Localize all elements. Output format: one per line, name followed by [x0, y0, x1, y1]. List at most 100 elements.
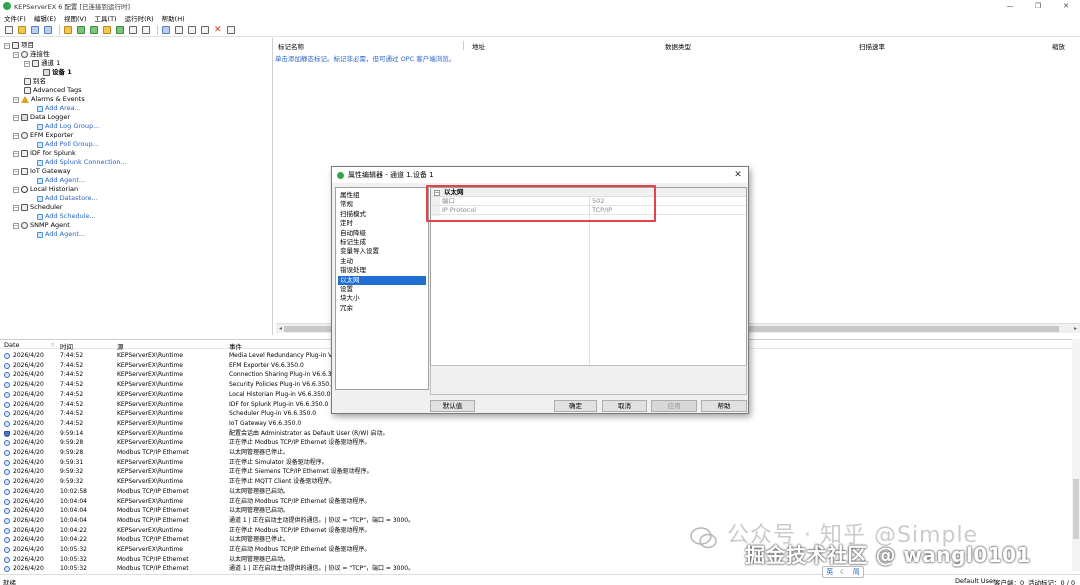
category-item[interactable]: 主动	[338, 257, 426, 266]
new-channel-icon[interactable]	[76, 25, 86, 35]
category-item[interactable]: 标记生成	[338, 238, 426, 247]
tree-node-alarms[interactable]: − Alarms & Events	[13, 95, 85, 104]
quick-client-icon[interactable]	[226, 25, 236, 35]
log-row[interactable]: 2026/4/20 9:59:14 KEPServerEX\Runtime 配置会话由…	[0, 429, 1080, 439]
help-button[interactable]: 帮助	[701, 400, 747, 412]
properties-icon[interactable]	[141, 25, 151, 35]
save-as-icon[interactable]	[43, 25, 53, 35]
menu-tools[interactable]: 工具(T)	[91, 13, 121, 23]
ime-mode[interactable]: 简	[853, 567, 860, 577]
cut-icon[interactable]	[174, 25, 184, 35]
collapse-icon[interactable]: −	[13, 204, 19, 211]
scroll-right-icon[interactable]: ▸	[1072, 325, 1079, 333]
tree-node-add-agent[interactable]: Add Agent...	[37, 176, 85, 185]
column-data-type[interactable]: 数据类型	[665, 41, 691, 51]
category-item[interactable]: 冗余	[338, 304, 426, 313]
tree-node-channel[interactable]: − 通道 1	[24, 59, 60, 68]
log-row[interactable]: 2026/4/20 10:04:04 Modbus TCP/IP Ethernet 以…	[0, 506, 1080, 516]
new-tag-icon[interactable]	[115, 25, 125, 35]
minimize-icon[interactable]: —	[996, 0, 1024, 12]
tree-node-historian[interactable]: − Local Historian	[13, 185, 78, 194]
collapse-icon[interactable]: −	[13, 150, 19, 157]
tree-node-connectivity[interactable]: − 连接性	[13, 50, 50, 59]
close-icon[interactable]: ✕	[1052, 0, 1080, 12]
new-device-icon[interactable]	[89, 25, 99, 35]
tree-node-add-poll-group[interactable]: Add Poll Group...	[37, 140, 99, 149]
tree-node-project[interactable]: − 项目	[4, 41, 34, 50]
collapse-icon[interactable]: −	[4, 42, 10, 49]
tree-node-iot[interactable]: − IoT Gateway	[13, 167, 71, 176]
column-separator[interactable]	[463, 41, 464, 50]
category-item[interactable]: 块大小	[338, 294, 426, 303]
tree-node-add-schedule[interactable]: Add Schedule...	[37, 212, 96, 221]
log-row[interactable]: 2026/4/20 10:04:04 KEPServerEX\Runtime 正在启动…	[0, 497, 1080, 507]
dialog-close-icon[interactable]: ✕	[732, 169, 744, 181]
category-item[interactable]: 错误处理	[338, 266, 426, 275]
apply-button[interactable]: 应用	[651, 400, 697, 412]
menu-view[interactable]: 视图(V)	[60, 13, 91, 23]
connect-icon[interactable]	[63, 25, 73, 35]
save-icon[interactable]	[30, 25, 40, 35]
ok-button[interactable]: 确定	[554, 400, 597, 412]
column-tag-name[interactable]: 标记名称	[278, 41, 304, 51]
scroll-thumb[interactable]	[1073, 479, 1079, 539]
column-address[interactable]: 地址	[472, 41, 485, 51]
log-row[interactable]: 2026/4/20 9:59:28 KEPServerEX\Runtime 正在停止 …	[0, 438, 1080, 448]
log-row[interactable]: 2026/4/20 7:44:52 KEPServerEX\Runtime IoT G…	[0, 419, 1080, 429]
tree-node-scheduler[interactable]: − Scheduler	[13, 203, 63, 212]
delete-icon[interactable]: ✕	[213, 25, 223, 35]
defaults-button[interactable]: 默认值	[430, 400, 475, 412]
menu-help[interactable]: 帮助(H)	[158, 13, 189, 23]
scroll-left-icon[interactable]: ◂	[277, 325, 284, 333]
collapse-icon[interactable]: −	[13, 132, 19, 139]
column-source[interactable]: 源	[117, 341, 124, 351]
new-icon[interactable]	[4, 25, 14, 35]
collapse-icon[interactable]: −	[13, 222, 19, 229]
vertical-scrollbar[interactable]	[1072, 339, 1080, 571]
category-item[interactable]: 扫描模式	[338, 210, 426, 219]
category-item[interactable]: 常规	[338, 200, 426, 209]
tree-node-alias[interactable]: 别名	[24, 77, 46, 86]
log-row[interactable]: 2026/4/20 9:59:32 KEPServerEX\Runtime 正在停止 …	[0, 467, 1080, 477]
tree-node-data-logger[interactable]: − Data Logger	[13, 113, 70, 122]
bulk-tags-icon[interactable]	[128, 25, 138, 35]
collapse-icon[interactable]: −	[24, 60, 30, 67]
log-row[interactable]: 2026/4/20 9:59:28 Modbus TCP/IP Ethernet 以太…	[0, 448, 1080, 458]
ime-indicator[interactable]: 英 ☾ 简	[822, 566, 864, 578]
category-item[interactable]: 设置	[338, 285, 426, 294]
column-event[interactable]: 事件	[229, 341, 242, 351]
menu-file[interactable]: 文件(F)	[0, 13, 30, 23]
collapse-icon[interactable]: −	[13, 96, 19, 103]
collapse-icon[interactable]: −	[13, 168, 19, 175]
add-tag-hint-link[interactable]: 单击添加静态标记。标记非必需，但可通过 OPC 客户端浏览。	[275, 53, 455, 63]
sort-icon[interactable]: ▿	[51, 341, 54, 349]
tree-node-add-splunk[interactable]: Add Splunk Connection...	[37, 158, 127, 167]
category-item[interactable]: 自动降级	[338, 229, 426, 238]
collapse-icon[interactable]: −	[13, 186, 19, 193]
property-column-divider[interactable]	[589, 197, 590, 369]
tree-node-add-log-group[interactable]: Add Log Group...	[37, 122, 99, 131]
tree-node-idf-splunk[interactable]: − IDF for Splunk	[13, 149, 76, 158]
copy-icon[interactable]	[187, 25, 197, 35]
open-icon[interactable]	[17, 25, 27, 35]
menu-runtime[interactable]: 运行时(R)	[121, 13, 158, 23]
tree-node-device[interactable]: 设备 1	[43, 68, 72, 77]
log-row[interactable]: 2026/4/20 9:59:31 KEPServerEX\Runtime 正在停止 …	[0, 458, 1080, 468]
tree-node-add-agent-snmp[interactable]: Add Agent...	[37, 230, 85, 239]
column-scaling[interactable]: 缩放	[1052, 41, 1065, 51]
restore-icon[interactable]: ❐	[1024, 0, 1052, 12]
tree-node-snmp[interactable]: − SNMP Agent	[13, 221, 70, 230]
column-scan-rate[interactable]: 扫描速率	[859, 41, 885, 51]
menu-edit[interactable]: 编辑(E)	[30, 13, 60, 23]
log-row[interactable]: 2026/4/20 10:02:58 Modbus TCP/IP Ethernet 以…	[0, 487, 1080, 497]
paste-icon[interactable]	[200, 25, 210, 35]
category-item[interactable]: 变量导入设置	[338, 247, 426, 256]
tree-node-add-area[interactable]: Add Area...	[37, 104, 81, 113]
collapse-icon[interactable]: −	[13, 51, 19, 58]
tree-node-add-datastore[interactable]: Add Datastore...	[37, 194, 98, 203]
category-item[interactable]: 以太网	[338, 275, 426, 285]
column-time[interactable]: 时间	[60, 341, 73, 351]
ime-lang[interactable]: 英	[826, 567, 833, 577]
collapse-icon[interactable]: −	[13, 114, 19, 121]
log-row[interactable]: 2026/4/20 9:59:32 KEPServerEX\Runtime 正在停止 …	[0, 477, 1080, 487]
